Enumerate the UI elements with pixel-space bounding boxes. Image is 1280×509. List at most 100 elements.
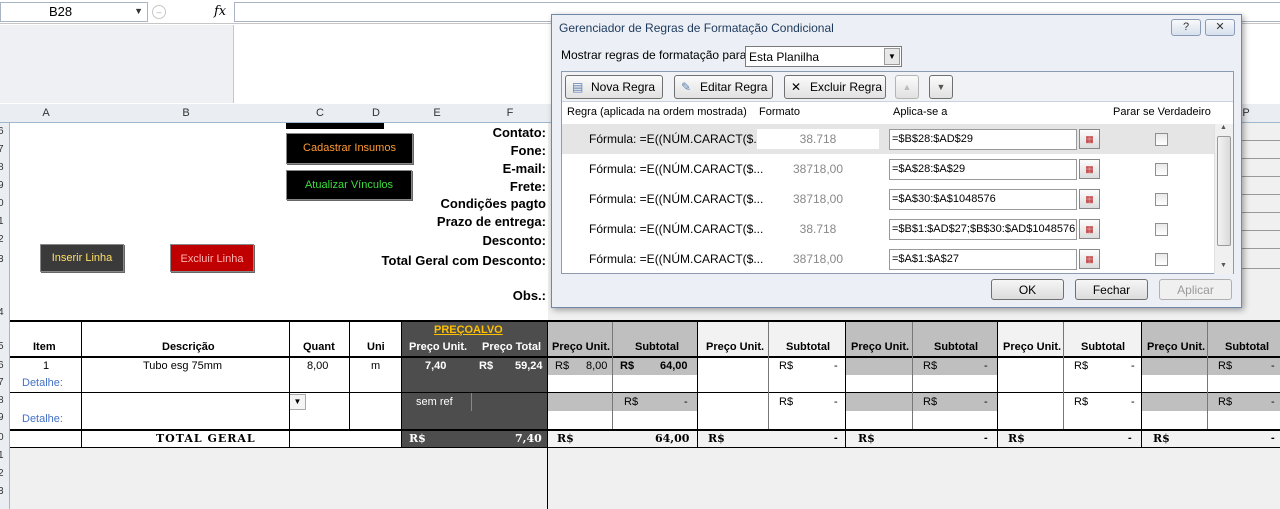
row-header[interactable]: 3 xyxy=(0,254,4,265)
atualizar-vinculos-button[interactable]: Atualizar Vínculos xyxy=(286,170,412,200)
column-header-f[interactable]: F xyxy=(472,107,548,119)
excluir-linha-button[interactable]: Excluir Linha xyxy=(170,244,254,272)
applies-to-input[interactable]: =$A$28:$A$29 xyxy=(889,159,1077,180)
scroll-down-icon[interactable]: ▼ xyxy=(1220,262,1227,269)
label-email: E-mail: xyxy=(502,161,546,176)
header-preco-unit: Preço Unit. xyxy=(1147,341,1206,353)
range-select-icon[interactable]: ▦ xyxy=(1079,189,1100,209)
row-header[interactable]: 9 xyxy=(0,412,4,423)
table-divider xyxy=(1207,322,1208,429)
range-select-icon[interactable]: ▦ xyxy=(1079,159,1100,179)
apply-button[interactable]: Aplicar xyxy=(1159,279,1232,300)
row-header[interactable]: 2 xyxy=(0,234,4,245)
new-rule-label: Nova Regra xyxy=(591,80,656,94)
rule-row[interactable]: Fórmula: =E((NÚM.CARACT($... 38.718 =$B$… xyxy=(562,214,1214,244)
rule-row[interactable]: Fórmula: =E((NÚM.CARACT($... 38718,00 =$… xyxy=(562,154,1214,184)
applies-to-input[interactable]: =$B$1:$AD$27;$B$30:$AD$1048576 xyxy=(889,219,1077,240)
table-divider xyxy=(289,322,290,447)
alvo-link[interactable]: ALVO xyxy=(473,324,503,336)
applies-to-input[interactable]: =$A$30:$A$1048576 xyxy=(889,189,1077,210)
applies-to-input[interactable]: =$A$1:$A$27 xyxy=(889,249,1077,270)
row1-item[interactable]: 1 xyxy=(43,360,49,372)
edit-rule-button[interactable]: ✎ Editar Regra xyxy=(674,75,773,99)
close-icon[interactable]: ✕ xyxy=(1205,19,1235,36)
stop-if-true-checkbox[interactable] xyxy=(1155,163,1168,176)
range-select-icon[interactable]: ▦ xyxy=(1079,219,1100,239)
range-select-icon[interactable]: ▦ xyxy=(1079,129,1100,149)
column-header-a[interactable]: A xyxy=(10,107,82,119)
rule-row[interactable]: Fórmula: =E((NÚM.CARACT($... 38718,00 =$… xyxy=(562,184,1214,214)
row1-f3-sub[interactable]: - xyxy=(984,360,988,372)
column-header-d[interactable]: D xyxy=(350,107,402,119)
range-select-icon[interactable]: ▦ xyxy=(1079,249,1100,269)
total-f1-value: 64,00 xyxy=(655,432,690,445)
chevron-down-icon[interactable]: ▼ xyxy=(134,6,143,16)
sem-ref-label: sem ref xyxy=(416,396,453,408)
row-header[interactable]: 4 xyxy=(0,307,4,318)
row2-f5-sub[interactable]: - xyxy=(1271,396,1275,408)
move-up-button[interactable]: ▲ xyxy=(895,75,919,99)
scroll-up-icon[interactable]: ▲ xyxy=(1220,124,1227,131)
move-down-button[interactable]: ▼ xyxy=(929,75,953,99)
help-button[interactable]: ? xyxy=(1171,19,1201,36)
row1-descricao[interactable]: Tubo esg 75mm xyxy=(143,360,222,372)
row-header[interactable]: 2 xyxy=(0,468,4,479)
row-header[interactable]: 1 xyxy=(0,450,4,461)
cadastrar-insumos-button[interactable]: Cadastrar Insumos xyxy=(286,133,413,164)
row2-f1-sub[interactable]: - xyxy=(684,396,688,408)
description-dropdown-button[interactable]: ▼ xyxy=(289,394,306,410)
column-header-b[interactable]: B xyxy=(82,107,290,119)
row-header[interactable]: 6 xyxy=(0,360,4,371)
row-header[interactable]: 9 xyxy=(0,180,4,191)
close-button[interactable]: Fechar xyxy=(1075,279,1148,300)
column-header-c[interactable]: C xyxy=(290,107,350,119)
column-header-e[interactable]: E xyxy=(402,107,472,119)
row-header[interactable]: 6 xyxy=(0,126,4,137)
stop-if-true-checkbox[interactable] xyxy=(1155,193,1168,206)
row-header[interactable]: 0 xyxy=(0,432,4,443)
stop-if-true-checkbox[interactable] xyxy=(1155,253,1168,266)
delete-rule-button[interactable]: ✕ Excluir Regra xyxy=(784,75,886,99)
stop-if-true-checkbox[interactable] xyxy=(1155,223,1168,236)
applies-to-input[interactable]: =$B$28:$AD$29 xyxy=(889,129,1077,150)
row1-f4-sub-rs: R$ xyxy=(1074,360,1089,372)
inserir-linha-button[interactable]: Inserir Linha xyxy=(40,244,124,272)
show-rules-select[interactable]: Esta Planilha ▼ xyxy=(745,46,902,67)
rule-row[interactable]: Fórmula: =E((NÚM.CARACT($... 38.718 =$B$… xyxy=(562,124,1214,154)
rules-scrollbar[interactable]: ▲ ▼ xyxy=(1214,124,1233,274)
stop-if-true-checkbox[interactable] xyxy=(1155,133,1168,146)
row1-quant[interactable]: 8,00 xyxy=(307,360,328,372)
row-header[interactable]: 5 xyxy=(0,341,4,352)
scrollbar-thumb[interactable] xyxy=(1217,136,1231,246)
row-header[interactable]: 1 xyxy=(0,216,4,227)
chevron-down-icon[interactable]: ▼ xyxy=(884,48,900,65)
header-preco-unit: Preço Unit. xyxy=(1003,341,1062,353)
preco-link[interactable]: PREÇO xyxy=(434,324,473,336)
function-icon[interactable]: fx xyxy=(214,4,226,19)
row2-f4-sub[interactable]: - xyxy=(1131,396,1135,408)
row1-f4-sub[interactable]: - xyxy=(1131,360,1135,372)
row-header[interactable]: 8 xyxy=(0,162,4,173)
row1-preco-total-alvo[interactable]: 59,24 xyxy=(515,360,543,372)
row-header[interactable]: 7 xyxy=(0,377,4,388)
row-header[interactable]: 3 xyxy=(0,486,4,497)
row1-f1-sub[interactable]: 64,00 xyxy=(660,360,688,372)
row-header[interactable]: 0 xyxy=(0,198,4,209)
row-header[interactable]: 7 xyxy=(0,144,4,155)
row1-preco-unit-alvo[interactable]: 7,40 xyxy=(425,360,446,372)
expand-icon[interactable]: – xyxy=(152,5,166,19)
row2-f3-sub[interactable]: - xyxy=(984,396,988,408)
rule-row[interactable]: Fórmula: =E((NÚM.CARACT($... 38718,00 =$… xyxy=(562,244,1214,274)
name-box[interactable]: B28 ▼ xyxy=(0,2,148,22)
name-box-value: B28 xyxy=(49,4,73,19)
row2-f2-sub[interactable]: - xyxy=(834,396,838,408)
header-preco-unit: Preço Unit. xyxy=(851,341,910,353)
row1-f5-sub[interactable]: - xyxy=(1271,360,1275,372)
row1-f2-sub[interactable]: - xyxy=(834,360,838,372)
new-rule-button[interactable]: ▤ Nova Regra xyxy=(565,75,663,99)
ok-button[interactable]: OK xyxy=(991,279,1064,300)
edit-rule-icon: ✎ xyxy=(681,80,692,94)
row1-f1-unit[interactable]: 8,00 xyxy=(586,360,607,372)
row1-uni[interactable]: m xyxy=(371,360,380,372)
row-header[interactable]: 8 xyxy=(0,395,4,406)
